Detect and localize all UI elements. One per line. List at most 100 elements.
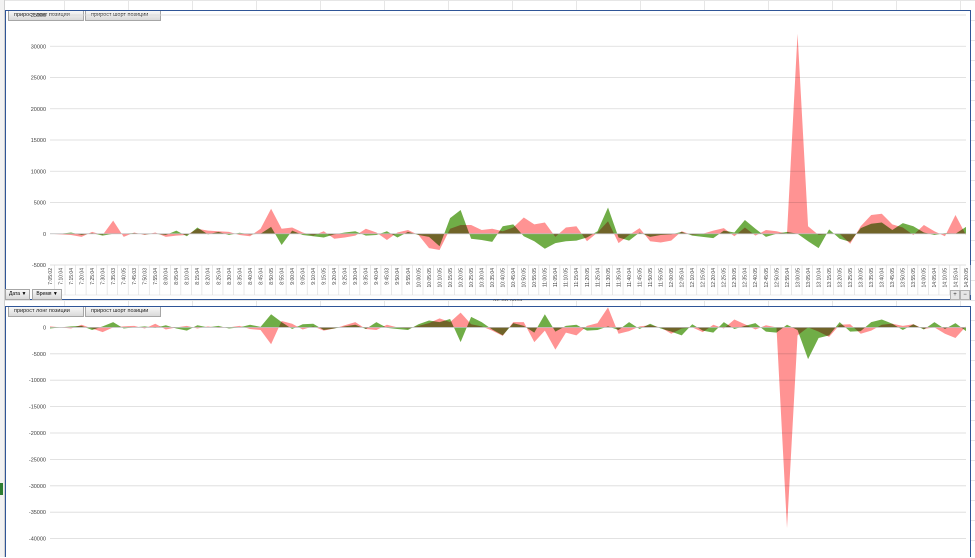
y-tick-label: -10000	[29, 378, 46, 384]
x-tick-label: 8:05:04	[174, 268, 180, 285]
series-area-short	[50, 33, 966, 250]
field-button-time-label: Время	[36, 291, 52, 297]
chevron-down-icon: ▼	[52, 291, 58, 297]
x-tick-label: 8:45:04	[258, 268, 264, 285]
y-tick-label: -20000	[29, 431, 46, 437]
x-tick-label: 11:40:04	[627, 268, 633, 287]
x-tick-label: 9:35:04	[364, 268, 370, 285]
x-tick-label: 7:30:04	[100, 268, 106, 285]
y-tick-label: -15000	[29, 405, 46, 411]
y-tick-label: 0	[43, 232, 46, 238]
y-tick-label: 15000	[31, 138, 46, 144]
field-buttons: Дата ▼ Время ▼	[5, 289, 62, 300]
x-tick-label: 10:10:05	[437, 268, 443, 288]
x-tick-label: 7:05:02	[48, 268, 54, 285]
scroll-left-button[interactable]: +	[950, 290, 960, 300]
x-tick-label: 7:35:03	[111, 268, 117, 285]
x-tick-label: 12:55:04	[785, 268, 791, 288]
x-tick-label: 14:20:05	[964, 268, 970, 288]
x-tick-label: 12:10:04	[690, 268, 696, 288]
scroll-right-button[interactable]: −	[960, 290, 970, 300]
x-tick-label: 13:40:04	[880, 268, 886, 288]
x-tick-label: 11:10:05	[564, 268, 570, 287]
series-area-long	[50, 314, 966, 360]
y-tick-label: 10000	[31, 169, 46, 175]
x-tick-label: 9:15:05	[322, 268, 328, 285]
chart-2-plot: 50000-5000-10000-15000-20000-25000-30000…	[29, 307, 966, 543]
x-tick-label: 10:00:05	[416, 268, 422, 288]
filter-icon: ▼	[21, 291, 27, 297]
x-tick-label: 10:45:04	[511, 268, 517, 288]
y-tick-label: -40000	[29, 537, 46, 543]
x-tick-label: 8:25:04	[216, 268, 222, 285]
x-axis-group-label: 26.08.2021	[493, 300, 524, 301]
pivot-chart-2[interactable]: прирост лонг позиции прирост шорт позици…	[5, 306, 971, 557]
x-tick-label: 12:50:05	[774, 268, 780, 288]
x-tick-label: 13:20:05	[837, 268, 843, 288]
x-tick-label: 11:30:05	[606, 268, 612, 287]
x-tick-label: 9:40:04	[374, 268, 380, 285]
y-tick-label: 20000	[31, 107, 46, 113]
x-tick-label: 11:55:05	[658, 268, 664, 287]
x-tick-label: 10:50:05	[522, 268, 528, 288]
x-tick-label: 13:35:05	[869, 268, 875, 288]
x-tick-label: 8:40:04	[248, 268, 254, 285]
x-tick-label: 11:05:04	[553, 268, 559, 287]
x-tick-label: 9:55:04	[406, 268, 412, 285]
field-button-date-label: Дата	[9, 291, 21, 297]
x-tick-label: 8:50:05	[269, 268, 275, 285]
field-button-date[interactable]: Дата ▼	[5, 289, 31, 300]
x-tick-label: 8:15:04	[195, 268, 201, 285]
x-tick-label: 9:50:04	[395, 268, 401, 285]
y-tick-label: -5000	[32, 352, 46, 358]
x-tick-label: 10:55:05	[532, 268, 538, 288]
x-tick-label: 12:15:05	[701, 268, 707, 288]
x-tick-label: 13:30:05	[859, 268, 865, 288]
x-tick-label: 8:10:04	[185, 268, 191, 285]
x-tick-label: 8:20:04	[206, 268, 212, 285]
x-tick-label: 7:50:03	[143, 268, 149, 285]
x-tick-label: 12:40:05	[753, 268, 759, 288]
x-tick-label: 7:45:03	[132, 268, 138, 285]
x-tick-label: 8:30:04	[227, 268, 233, 285]
x-tick-label: 8:00:04	[164, 268, 170, 285]
x-tick-label: 10:40:05	[501, 268, 507, 288]
selected-row-marker	[0, 483, 3, 495]
y-tick-label: 30000	[31, 44, 46, 50]
field-button-time[interactable]: Время ▼	[32, 289, 62, 300]
y-tick-label: -30000	[29, 484, 46, 490]
x-tick-label: 13:45:05	[890, 268, 896, 288]
x-tick-label: 7:20:04	[79, 268, 85, 285]
x-tick-label: 14:05:04	[932, 268, 938, 288]
x-tick-label: 9:30:04	[353, 268, 359, 285]
x-tick-label: 12:30:05	[732, 268, 738, 288]
x-tick-label: 7:25:04	[90, 268, 96, 285]
x-tick-label: 9:45:03	[385, 268, 391, 285]
x-tick-label: 14:15:04	[953, 268, 959, 288]
x-tick-label: 13:55:05	[911, 268, 917, 288]
x-tick-label: 11:35:04	[616, 268, 622, 287]
x-tick-label: 13:10:04	[816, 268, 822, 288]
x-tick-label: 8:55:04	[279, 268, 285, 285]
x-tick-label: 12:05:04	[680, 268, 686, 288]
x-tick-label: 11:25:04	[595, 268, 601, 287]
x-tick-label: 9:00:04	[290, 268, 296, 285]
x-tick-label: 10:20:05	[458, 268, 464, 288]
x-tick-label: 13:15:05	[827, 268, 833, 288]
y-tick-label: -5000	[32, 263, 46, 269]
x-tick-label: 10:35:04	[490, 268, 496, 288]
x-tick-label: 10:25:05	[469, 268, 475, 288]
x-tick-label: 7:55:04	[153, 268, 159, 285]
x-tick-label: 12:25:05	[722, 268, 728, 288]
y-tick-label: -35000	[29, 510, 46, 516]
x-tick-label: 11:50:05	[648, 268, 654, 287]
pivot-chart-1[interactable]: прирост лонг позиции прирост шорт позици…	[5, 10, 971, 301]
x-tick-label: 11:00:05	[543, 268, 549, 287]
x-tick-label: 9:05:04	[300, 268, 306, 285]
y-tick-label: 25000	[31, 76, 46, 82]
x-tick-label: 11:45:05	[637, 268, 643, 287]
y-tick-label: 35000	[31, 13, 46, 19]
y-tick-label: 5000	[34, 201, 46, 207]
x-tick-label: 10:15:05	[448, 268, 454, 288]
x-tick-label: 8:35:04	[237, 268, 243, 285]
